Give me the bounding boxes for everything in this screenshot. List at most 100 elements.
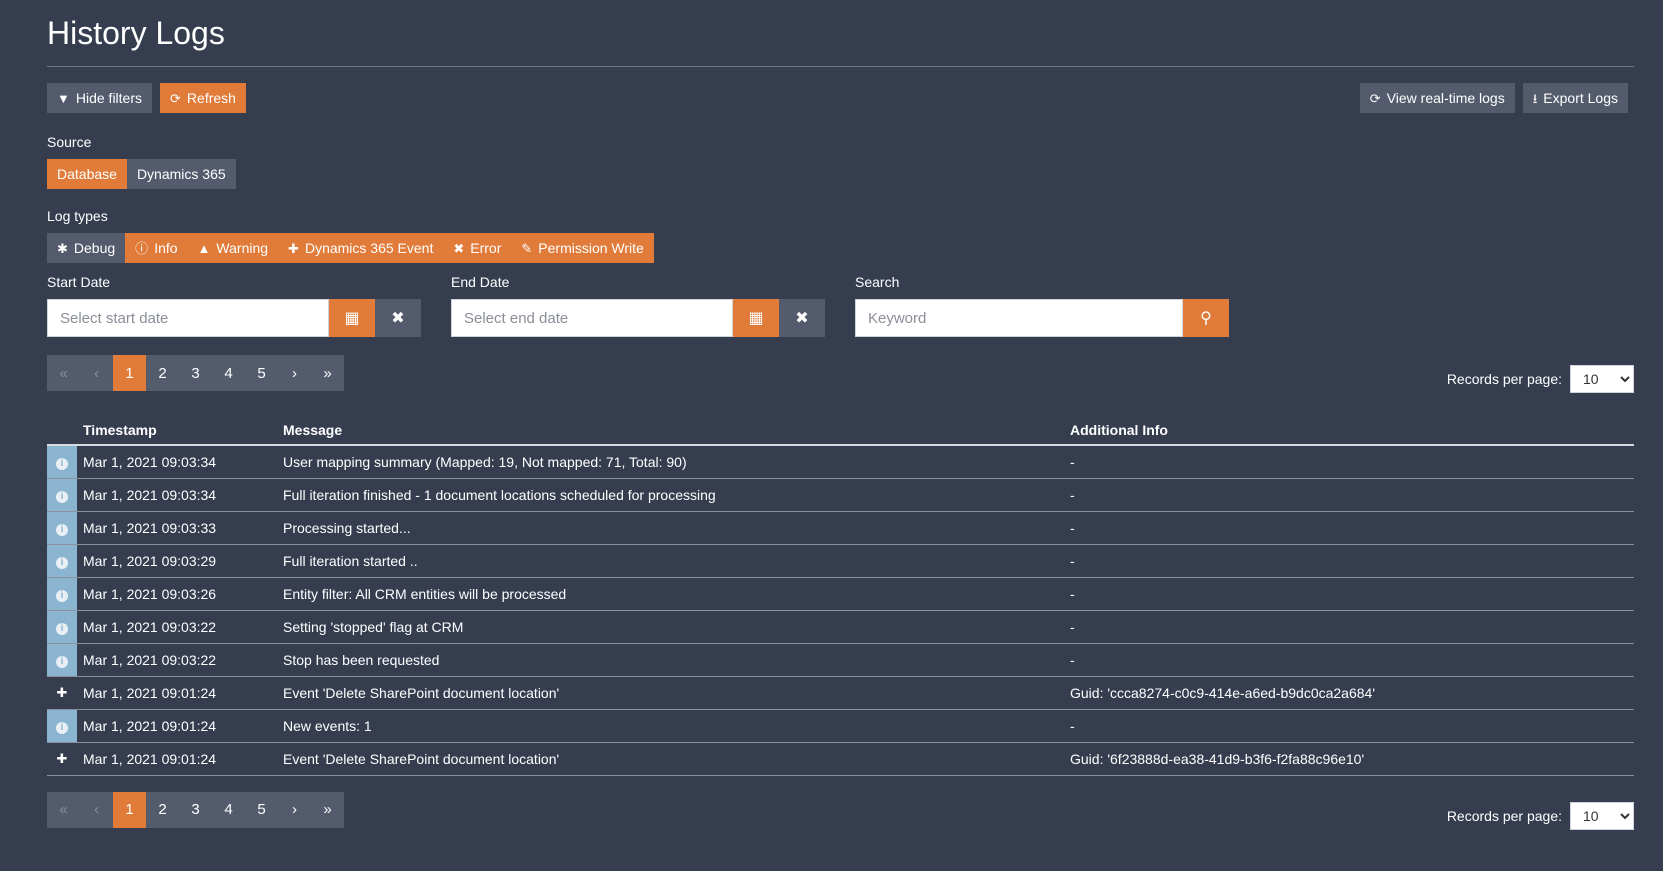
info-type-cell: i xyxy=(47,511,77,545)
calendar-icon[interactable]: ▦ xyxy=(329,299,375,337)
refresh-icon: ⟳ xyxy=(1369,90,1381,106)
timestamp-cell: Mar 1, 2021 09:03:34 xyxy=(77,478,277,512)
records-per-page-select[interactable]: 10 xyxy=(1570,365,1634,393)
table-row: i Mar 1, 2021 09:03:22 Stop has been reque… xyxy=(47,643,1634,677)
message-cell: User mapping summary (Mapped: 19, Not ma… xyxy=(277,445,1064,479)
table-row: i Mar 1, 2021 09:03:26 Entity filter: All … xyxy=(47,577,1634,611)
search-icon[interactable]: ⚲ xyxy=(1183,299,1229,337)
end-date-field: End Date ▦ ✖ xyxy=(451,273,825,337)
title-divider xyxy=(47,66,1634,67)
page-button-2[interactable]: 2 xyxy=(146,355,179,391)
page-button-4[interactable]: 4 xyxy=(212,791,245,828)
hide-filters-label: Hide filters xyxy=(75,90,143,106)
search-input[interactable] xyxy=(855,299,1183,337)
info-type-cell: i xyxy=(47,544,77,578)
calendar-icon[interactable]: ▦ xyxy=(733,299,779,337)
next-page-button[interactable]: › xyxy=(278,791,311,828)
additional-info-cell: - xyxy=(1064,478,1634,512)
export-logs-button[interactable]: ⭳ Export Logs xyxy=(1522,83,1628,113)
additional-info-cell: - xyxy=(1064,709,1634,743)
page-button-4[interactable]: 4 xyxy=(212,355,245,391)
message-column-header: Message xyxy=(277,415,1064,446)
additional-info-cell: - xyxy=(1064,445,1634,479)
log-type-info-label: Info xyxy=(154,240,178,256)
timestamp-cell: Mar 1, 2021 09:03:34 xyxy=(77,445,277,479)
log-type-permission-button[interactable]: ✎ Permission Write xyxy=(511,233,654,263)
prev-page-button[interactable]: ‹ xyxy=(80,355,113,391)
close-icon[interactable]: ✖ xyxy=(375,299,421,337)
additional-info-cell: - xyxy=(1064,577,1634,611)
table-row: i Mar 1, 2021 09:01:24 New events: 1- xyxy=(47,709,1634,743)
log-type-warning-label: Warning xyxy=(216,240,269,256)
records-per-page: Records per page: 10 xyxy=(1447,365,1634,393)
info-column-header: Additional Info xyxy=(1064,415,1634,446)
view-realtime-logs-button[interactable]: ⟳ View real-time logs xyxy=(1359,83,1515,113)
log-type-error-label: Error xyxy=(470,240,502,256)
info-circle-icon: i xyxy=(56,457,68,470)
hide-filters-button[interactable]: ▼ Hide filters xyxy=(47,83,153,113)
page-button-1[interactable]: 1 xyxy=(113,791,146,828)
last-page-button[interactable]: » xyxy=(311,355,344,391)
records-per-page: Records per page: 10 xyxy=(1446,801,1634,830)
next-page-button[interactable]: › xyxy=(278,355,311,391)
log-type-event-button[interactable]: ✚ Dynamics 365 Event xyxy=(278,233,444,263)
table-row: ✚ Mar 1, 2021 09:01:24 Event 'Delete Share… xyxy=(47,676,1634,710)
end-date-input[interactable] xyxy=(451,299,733,337)
start-date-input[interactable] xyxy=(47,299,329,337)
page-button-1[interactable]: 1 xyxy=(113,355,146,391)
error-circle-icon: ✖ xyxy=(453,240,465,256)
table-header-row: Timestamp Message Additional Info xyxy=(47,415,1634,446)
timestamp-cell: Mar 1, 2021 09:01:24 xyxy=(77,709,277,743)
page-button-5[interactable]: 5 xyxy=(245,791,278,828)
download-icon: ⭳ xyxy=(1532,90,1538,106)
message-cell: Full iteration started .. xyxy=(277,544,1064,578)
bottom-pagination-row: « ‹ 1 2 3 4 5 › » Records per page: 10 xyxy=(47,791,1634,830)
records-per-page-label: Records per page: xyxy=(1446,807,1562,824)
event-type-cell: ✚ xyxy=(47,742,77,776)
page-button-2[interactable]: 2 xyxy=(146,791,179,828)
close-icon[interactable]: ✖ xyxy=(779,299,825,337)
records-per-page-select[interactable]: 10 xyxy=(1570,801,1634,830)
page-button-3[interactable]: 3 xyxy=(179,355,212,391)
info-circle-icon: i xyxy=(56,589,68,602)
log-type-info-button[interactable]: ⓘ Info xyxy=(125,233,188,263)
page: History Logs ▼ Hide filters ⟳ Refresh ⟳ … xyxy=(47,0,1634,830)
info-circle-icon: ⓘ xyxy=(135,240,149,256)
refresh-button[interactable]: ⟳ Refresh xyxy=(160,83,246,113)
message-cell: Setting 'stopped' flag at CRM xyxy=(277,610,1064,644)
message-cell: Entity filter: All CRM entities will be … xyxy=(277,577,1064,611)
pagination-top: « ‹ 1 2 3 4 5 › » xyxy=(47,355,1634,391)
refresh-icon: ⟳ xyxy=(170,90,181,106)
log-type-error-button[interactable]: ✖ Error xyxy=(443,233,512,263)
page-button-5[interactable]: 5 xyxy=(245,355,278,391)
pencil-icon: ✎ xyxy=(521,240,533,256)
table-row: i Mar 1, 2021 09:03:29 Full iteration star… xyxy=(47,544,1634,578)
source-label: Source xyxy=(47,134,92,150)
source-dynamics-button[interactable]: Dynamics 365 xyxy=(126,159,236,189)
message-cell: New events: 1 xyxy=(277,709,1064,743)
source-database-button[interactable]: Database xyxy=(47,159,127,189)
log-type-warning-button[interactable]: ▲ Warning xyxy=(187,233,279,263)
last-page-button[interactable]: » xyxy=(311,791,344,828)
filter-icon: ▼ xyxy=(57,90,70,106)
log-type-permission-label: Permission Write xyxy=(538,240,644,256)
timestamp-cell: Mar 1, 2021 09:03:22 xyxy=(77,610,277,644)
prev-page-button[interactable]: ‹ xyxy=(80,791,113,828)
bug-icon: ✱ xyxy=(57,240,68,256)
view-realtime-logs-label: View real-time logs xyxy=(1386,90,1505,106)
plus-icon: ✚ xyxy=(56,685,68,700)
toolbar: ▼ Hide filters ⟳ Refresh ⟳ View real-tim… xyxy=(47,83,1634,115)
logs-table-body: i Mar 1, 2021 09:03:34 User mapping summar… xyxy=(47,445,1634,776)
table-row: i Mar 1, 2021 09:03:34 Full iteration fini… xyxy=(47,478,1634,512)
log-type-debug-button[interactable]: ✱ Debug xyxy=(47,233,126,263)
first-page-button[interactable]: « xyxy=(47,355,80,391)
table-row: ✚ Mar 1, 2021 09:01:24 Event 'Delete Share… xyxy=(47,742,1634,776)
table-row: i Mar 1, 2021 09:03:33 Processing started.… xyxy=(47,511,1634,545)
first-page-button[interactable]: « xyxy=(47,791,80,828)
info-circle-icon: i xyxy=(56,622,68,635)
info-circle-icon: i xyxy=(56,556,68,569)
additional-info-cell: - xyxy=(1064,544,1634,578)
page-button-3[interactable]: 3 xyxy=(179,791,212,828)
log-types-label: Log types xyxy=(47,208,108,224)
plus-icon: ✚ xyxy=(288,240,299,256)
